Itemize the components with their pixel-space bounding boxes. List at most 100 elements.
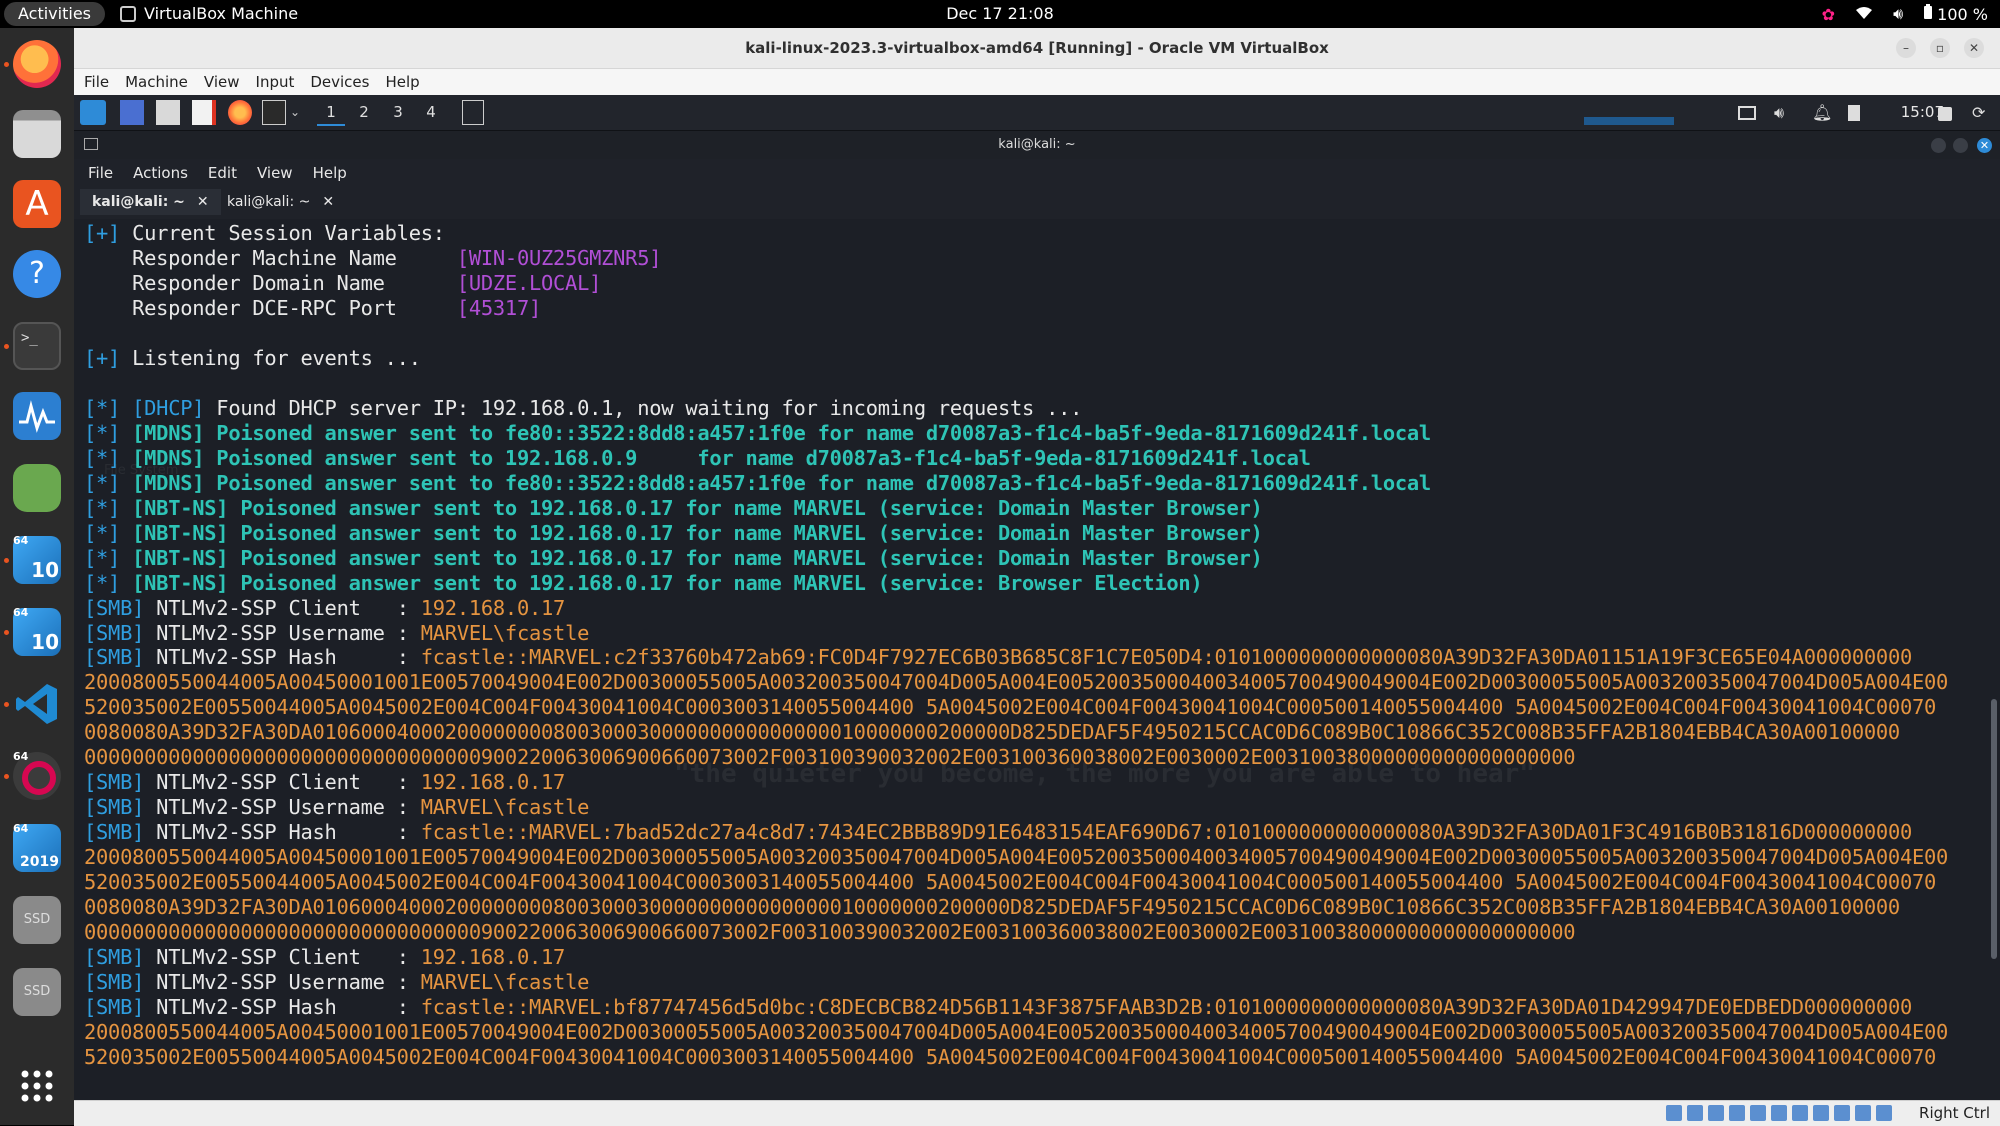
volume-icon[interactable]: 🔊︎ (1893, 4, 1903, 24)
windows-10-vm-icon[interactable]: 64 10 (13, 534, 61, 584)
display-icon[interactable] (1792, 1105, 1808, 1121)
files-icon[interactable] (13, 110, 61, 158)
terminal-segment: Found DHCP server IP: 192.168.0.1, now w… (216, 395, 1083, 420)
terminal-segment: fcastle::MARVEL:c2f33760b472ab69:FC0D4F7… (420, 645, 1913, 670)
firefox-icon[interactable] (13, 40, 61, 88)
terminal-menu-actions[interactable]: Actions (119, 159, 194, 187)
workspace-1[interactable]: 1 (317, 99, 345, 126)
menu-input[interactable]: Input (246, 69, 301, 95)
terminal-segment: [*] (84, 495, 133, 520)
terminal-line: [*] [NBT-NS] Poisoned answer sent to 192… (84, 571, 1948, 596)
menu-help[interactable]: Help (375, 69, 425, 95)
terminal-line: 0080080A39D32FA30DA010600040002000000008… (84, 895, 1948, 920)
ssd-drive-icon[interactable]: SSD (13, 896, 61, 944)
ssd-drive-icon[interactable]: SSD (13, 968, 61, 1016)
menu-file[interactable]: File (74, 69, 115, 95)
terminal-line: [*] [NBT-NS] Poisoned answer sent to 192… (84, 521, 1948, 546)
hard-disk-icon[interactable] (1666, 1105, 1682, 1121)
terminal-menu-file[interactable]: File (74, 159, 119, 187)
keyboard-icon[interactable] (1876, 1105, 1892, 1121)
show-applications-icon[interactable] (13, 1062, 61, 1110)
audio-icon[interactable] (1708, 1105, 1724, 1121)
terminal-tab-1[interactable]: kali@kali: ~ ✕ (80, 189, 221, 215)
minimize-button[interactable]: – (1896, 38, 1916, 58)
battery-icon[interactable] (1923, 4, 1933, 24)
desktop-icon[interactable] (120, 100, 144, 125)
terminal-segment: Responder DCE-RPC Port (84, 295, 457, 320)
terminal-segment: 2000800550044005A00450001001E00570049004… (84, 670, 1949, 695)
notification-icon[interactable]: 🔔︎ (1812, 100, 1832, 125)
shared-folders-icon[interactable] (1771, 1105, 1787, 1121)
extension-icon[interactable]: ✿ (1822, 5, 1835, 24)
chevron-down-icon[interactable]: ⌄ (290, 100, 300, 125)
terminal-icon[interactable]: >_ (13, 322, 61, 370)
lock-icon[interactable] (1938, 107, 1952, 121)
maximize-button[interactable]: ▫ (1930, 38, 1950, 58)
text-editor-icon[interactable] (192, 100, 216, 125)
guest-display[interactable]: ⌄ 1 2 3 4 🔊︎ 🔔︎ 15:07 ⟳ kali@kali: ~ ✕ F… (74, 95, 2000, 1100)
windows-server-vm-icon[interactable]: 64 2019 (13, 822, 61, 872)
terminal-segment: 192.168.0.17 (420, 945, 566, 970)
close-icon[interactable]: ✕ (197, 194, 209, 210)
menu-machine[interactable]: Machine (115, 69, 194, 95)
terminal-segment: [SMB] (84, 795, 157, 820)
scrollbar[interactable] (1991, 699, 1997, 959)
menu-view[interactable]: View (194, 69, 246, 95)
recording-icon[interactable] (1813, 1105, 1829, 1121)
volume-icon[interactable]: 🔊︎ (1774, 100, 1794, 125)
close-button[interactable]: ✕ (1977, 138, 1992, 153)
software-icon[interactable]: A (13, 180, 61, 228)
usb-icon[interactable] (1750, 1105, 1766, 1121)
wifi-icon[interactable] (1855, 5, 1873, 24)
terminal-line: [SMB] NTLMv2-SSP Client : 192.168.0.17 (84, 770, 1948, 795)
debian-vm-icon[interactable]: 64 (13, 750, 61, 800)
system-tray[interactable]: ✿ 🔊︎ 100 % (1822, 0, 1988, 28)
menu-devices[interactable]: Devices (300, 69, 375, 95)
windows-10-vm-icon[interactable]: 64 10 (13, 606, 61, 656)
workspace-2[interactable]: 2 (350, 99, 378, 126)
terminal-output-area[interactable]: "the quieter you become, the more you ar… (74, 219, 2000, 1100)
vm-version-badge: 2019 (20, 854, 59, 870)
terminal-menu-view[interactable]: View (243, 159, 299, 187)
display-icon[interactable] (1738, 106, 1756, 120)
terminal-title: kali@kali: ~ (998, 137, 1076, 152)
logout-icon[interactable]: ⟳ (1972, 100, 1988, 125)
taskbar-terminal-icon[interactable] (462, 100, 484, 125)
clock[interactable]: Dec 17 21:08 (0, 0, 2000, 28)
virtualbox-titlebar[interactable]: kali-linux-2023.3-virtualbox-amd64 [Runn… (74, 28, 2000, 69)
terminal-titlebar[interactable]: kali@kali: ~ ✕ (74, 131, 2000, 159)
terminal-launcher-icon[interactable] (262, 100, 286, 125)
system-monitor-icon[interactable] (13, 392, 61, 440)
maximize-button[interactable] (1953, 138, 1968, 153)
activities-button[interactable]: Activities (4, 2, 105, 26)
workspace-3[interactable]: 3 (384, 99, 412, 126)
browser-icon[interactable] (228, 100, 252, 125)
password-manager-icon[interactable] (13, 464, 61, 512)
terminal-segment: [MDNS] Poisoned answer sent to 192.168.0… (132, 445, 1311, 470)
close-button[interactable]: ✕ (1964, 38, 1984, 58)
network-icon[interactable] (1729, 1105, 1745, 1121)
virtualbox-menubar: File Machine View Input Devices Help (74, 69, 2000, 95)
app-menu[interactable]: VirtualBox Machine (120, 0, 298, 28)
terminal-segment: [NBT-NS] Poisoned answer sent to 192.168… (132, 520, 1263, 545)
mouse-integration-icon[interactable] (1855, 1105, 1871, 1121)
terminal-segment: [WIN-0UZ25GMZNR5] (456, 245, 662, 270)
vscode-icon[interactable] (13, 680, 61, 728)
terminal-segment: NTLMv2-SSP Hash : (156, 645, 421, 670)
help-icon[interactable]: ? (13, 250, 61, 298)
terminal-menu-edit[interactable]: Edit (194, 159, 243, 187)
terminal-segment: [*] (84, 470, 133, 495)
tab-label: kali@kali: ~ (227, 194, 311, 210)
minimize-button[interactable] (1931, 138, 1946, 153)
close-icon[interactable]: ✕ (322, 194, 334, 210)
cpu-icon[interactable] (1834, 1105, 1850, 1121)
kali-menu-icon[interactable] (80, 100, 106, 125)
file-manager-icon[interactable] (156, 100, 180, 125)
terminal-tab-2[interactable]: kali@kali: ~ ✕ (215, 189, 346, 215)
optical-drive-icon[interactable] (1687, 1105, 1703, 1121)
terminal-menu-help[interactable]: Help (299, 159, 353, 187)
workspace-4[interactable]: 4 (417, 99, 445, 126)
status-icons[interactable] (1666, 1105, 1892, 1121)
power-icon[interactable] (1848, 105, 1860, 121)
vm-bits-badge: 64 (13, 822, 29, 835)
